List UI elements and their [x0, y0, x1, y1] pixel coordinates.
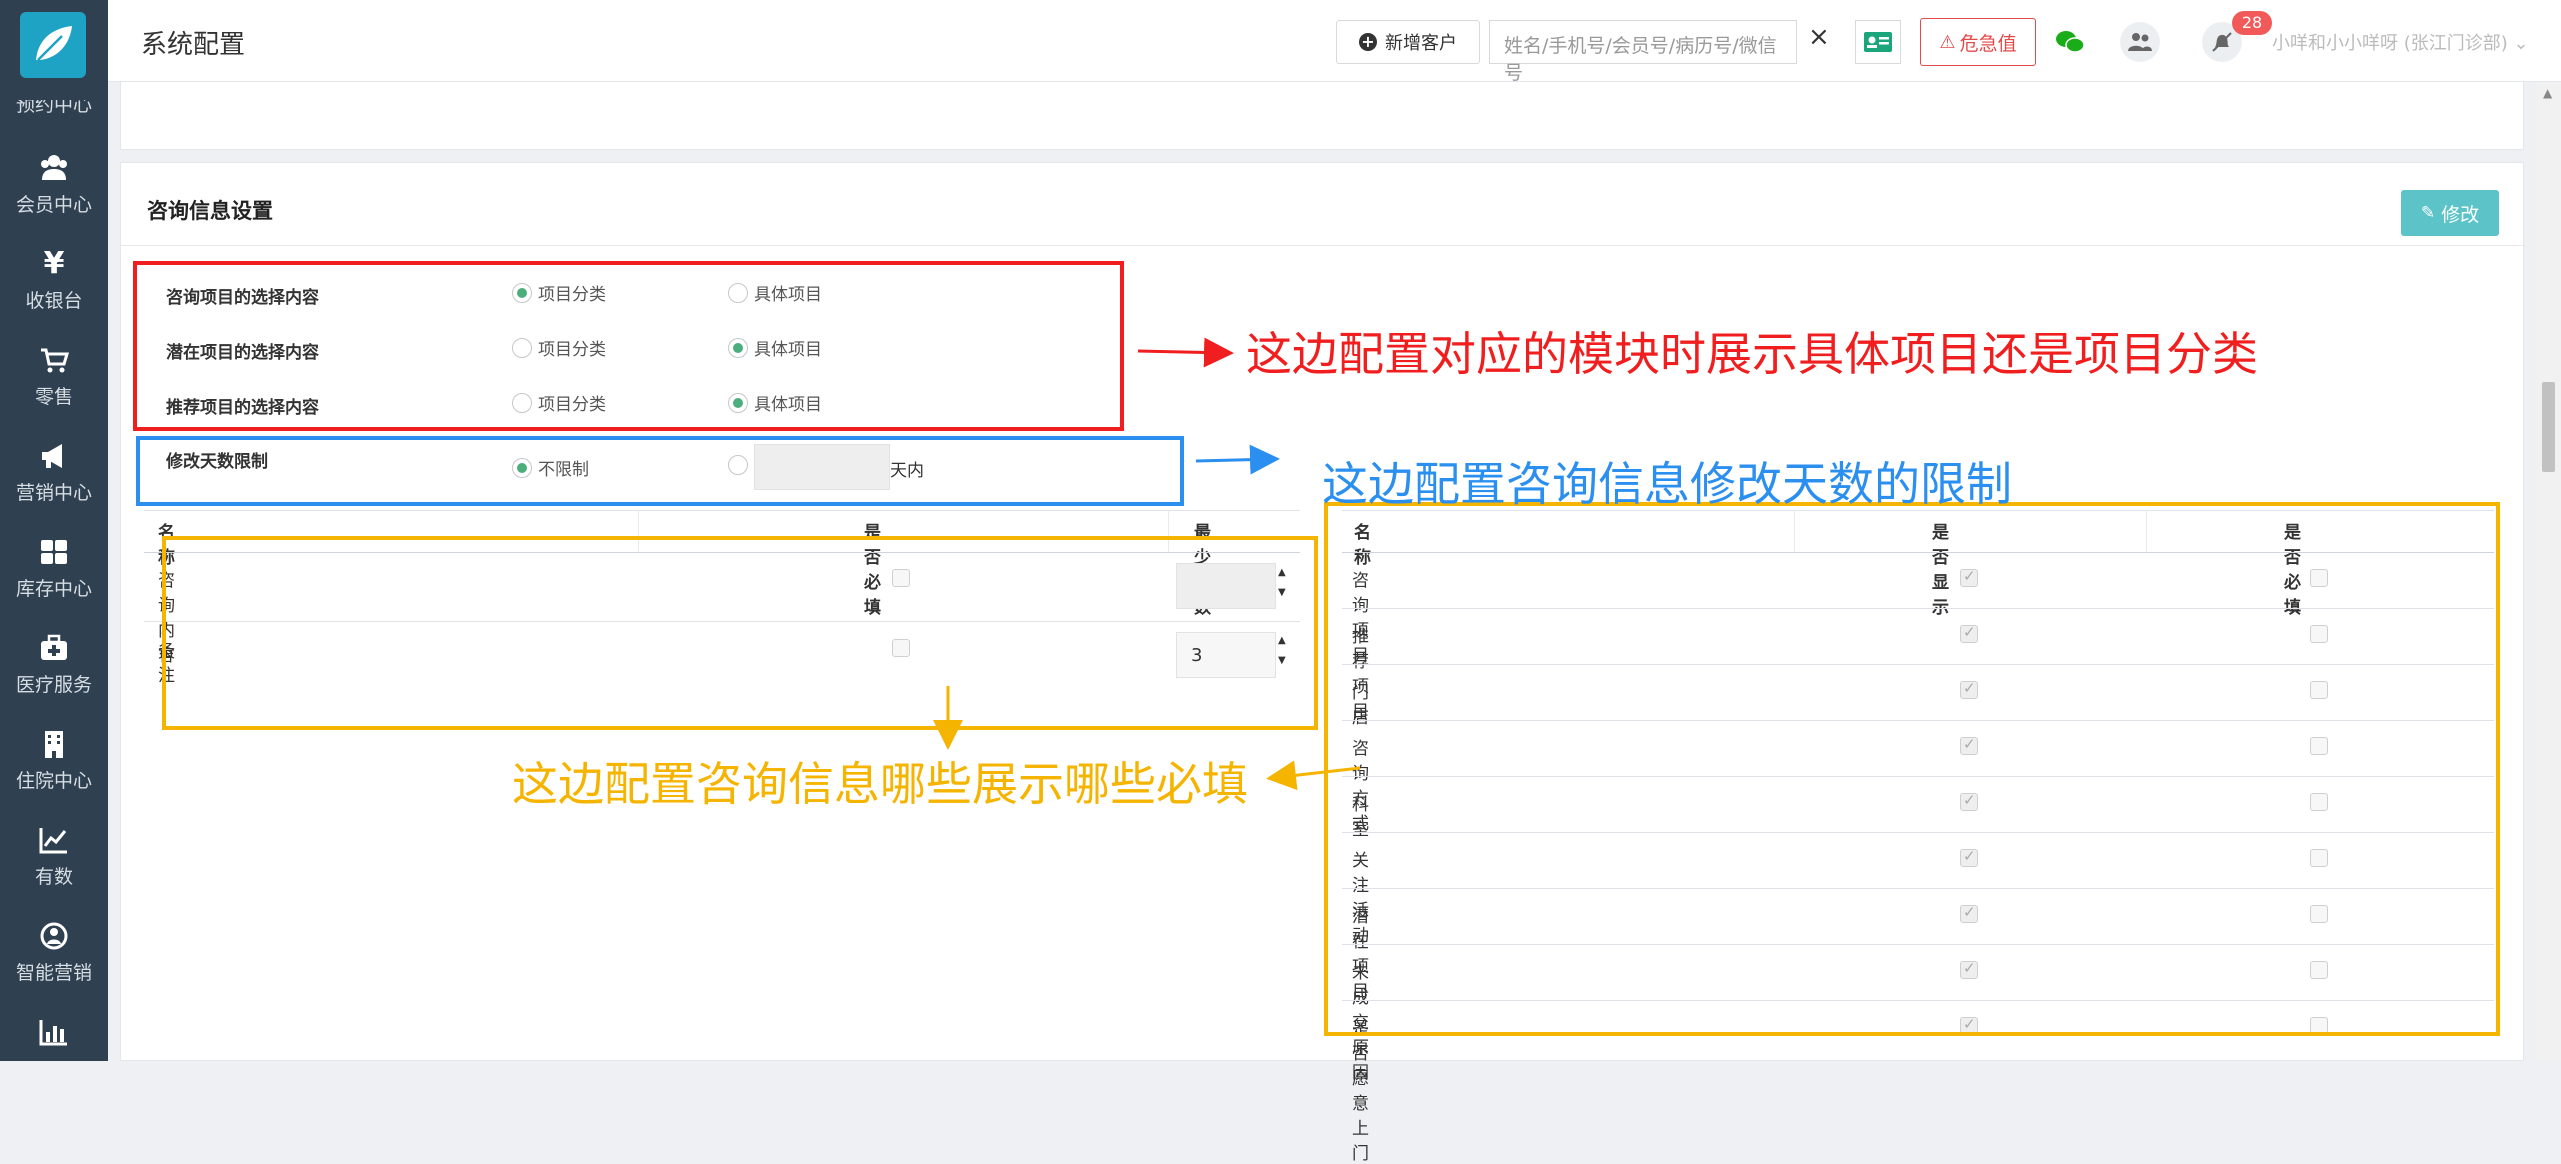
sidebar-item-label: 收银台 — [25, 290, 83, 312]
critical-value-button[interactable]: ⚠ 危急值 — [1920, 18, 2036, 66]
sidebar-item-label: 营销中心 — [15, 482, 92, 504]
smart-icon — [38, 920, 70, 952]
sidebar-item-inventory[interactable]: 库存中心 — [0, 536, 108, 601]
blue-annotation-box — [136, 436, 1184, 506]
sidebar-item-label: 智能营销 — [15, 962, 92, 984]
panel-divider — [121, 245, 2525, 246]
sidebar-item-label: 住院中心 — [15, 770, 92, 792]
sidebar-item-smart-marketing[interactable]: 智能营销 — [0, 920, 108, 985]
edit-button-label: 修改 — [2441, 203, 2480, 226]
sidebar: 预约中心 会员中心 ¥ 收银台 零售 营销中心 库存中心 医疗服务 住院中心 有… — [0, 0, 108, 1061]
add-customer-label: 新增客户 — [1385, 33, 1457, 54]
wechat-icon[interactable] — [2050, 22, 2090, 62]
sidebar-item-cashier[interactable]: ¥ 收银台 — [0, 248, 108, 313]
scroll-up-icon[interactable]: ▲ — [2543, 86, 2552, 100]
app-logo[interactable] — [20, 12, 86, 78]
edit-icon: ✎ — [2420, 203, 2436, 223]
sidebar-item-label: 有数 — [34, 866, 73, 888]
user-name-label: 小咩和小小咩呀 (张江门诊部) — [2272, 33, 2508, 54]
clear-search-icon[interactable]: × — [1808, 22, 1830, 52]
table-border — [144, 510, 1300, 511]
sidebar-item-marketing[interactable]: 营销中心 — [0, 440, 108, 505]
sidebar-item-label: 库存中心 — [15, 578, 92, 600]
topbar: 系统配置 + 新增客户 姓名/手机号/会员号/病历号/微信号 × ⚠ 危急值 2… — [108, 0, 2561, 84]
scrollbar-thumb[interactable] — [2542, 382, 2555, 472]
orange-annotation-text: 这边配置咨询信息哪些展示哪些必填 — [512, 757, 1248, 811]
bar-chart-icon — [38, 1016, 70, 1048]
alert-icon: ⚠ — [1939, 31, 1956, 53]
panel-title: 咨询信息设置 — [147, 199, 273, 223]
user-menu[interactable]: 小咩和小小咩呀 (张江门诊部) ⌄ — [2272, 29, 2529, 55]
row-name: 是否愿意上门 — [1352, 1019, 1369, 1164]
blue-annotation-text: 这边配置咨询信息修改天数的限制 — [1322, 457, 2012, 511]
sidebar-item-label: 医疗服务 — [15, 674, 92, 696]
grid-icon — [38, 536, 70, 568]
members-icon — [38, 152, 70, 184]
page-scrollbar[interactable]: ▲ — [2536, 82, 2561, 1061]
medkit-icon — [38, 632, 70, 664]
search-placeholder: 姓名/手机号/会员号/病历号/微信号 — [1504, 35, 1777, 84]
red-annotation-box — [133, 261, 1124, 431]
edit-button[interactable]: ✎ 修改 — [2401, 190, 2499, 236]
sidebar-item-data[interactable]: 有数 — [0, 824, 108, 889]
sidebar-item-appointment[interactable]: 预约中心 — [0, 100, 108, 126]
sidebar-item-reports[interactable] — [0, 1016, 108, 1054]
sidebar-item-label: 会员中心 — [15, 194, 92, 216]
chevron-down-icon: ⌄ — [2513, 33, 2529, 54]
add-customer-button[interactable]: + 新增客户 — [1336, 20, 1480, 64]
sidebar-item-medical[interactable]: 医疗服务 — [0, 632, 108, 697]
cart-icon — [38, 344, 70, 376]
notification-badge: 28 — [2232, 11, 2272, 35]
page-title: 系统配置 — [141, 30, 246, 60]
sidebar-item-label: 零售 — [34, 386, 73, 408]
id-card-button[interactable] — [1855, 20, 1901, 64]
search-input[interactable]: 姓名/手机号/会员号/病历号/微信号 — [1489, 20, 1797, 84]
building-icon — [38, 728, 70, 760]
id-card-icon — [1864, 32, 1892, 52]
yen-icon: ¥ — [43, 246, 65, 281]
leaf-logo-icon — [36, 26, 72, 61]
sidebar-item-retail[interactable]: 零售 — [0, 344, 108, 409]
sidebar-item-inpatient[interactable]: 住院中心 — [0, 728, 108, 793]
megaphone-icon — [38, 440, 70, 472]
group-users-icon[interactable] — [2120, 22, 2160, 62]
plus-circle-icon: + — [1359, 33, 1377, 51]
sidebar-item-members[interactable]: 会员中心 — [0, 152, 108, 217]
previous-settings-panel — [120, 82, 2524, 150]
orange-annotation-box-right — [1324, 502, 2500, 1036]
critical-value-label: 危急值 — [1959, 32, 2017, 55]
red-annotation-text: 这边配置对应的模块时展示具体项目还是项目分类 — [1246, 327, 2258, 381]
sidebar-item-label: 预约中心 — [15, 100, 92, 116]
orange-annotation-box-left — [162, 536, 1318, 730]
line-chart-icon — [38, 824, 70, 856]
